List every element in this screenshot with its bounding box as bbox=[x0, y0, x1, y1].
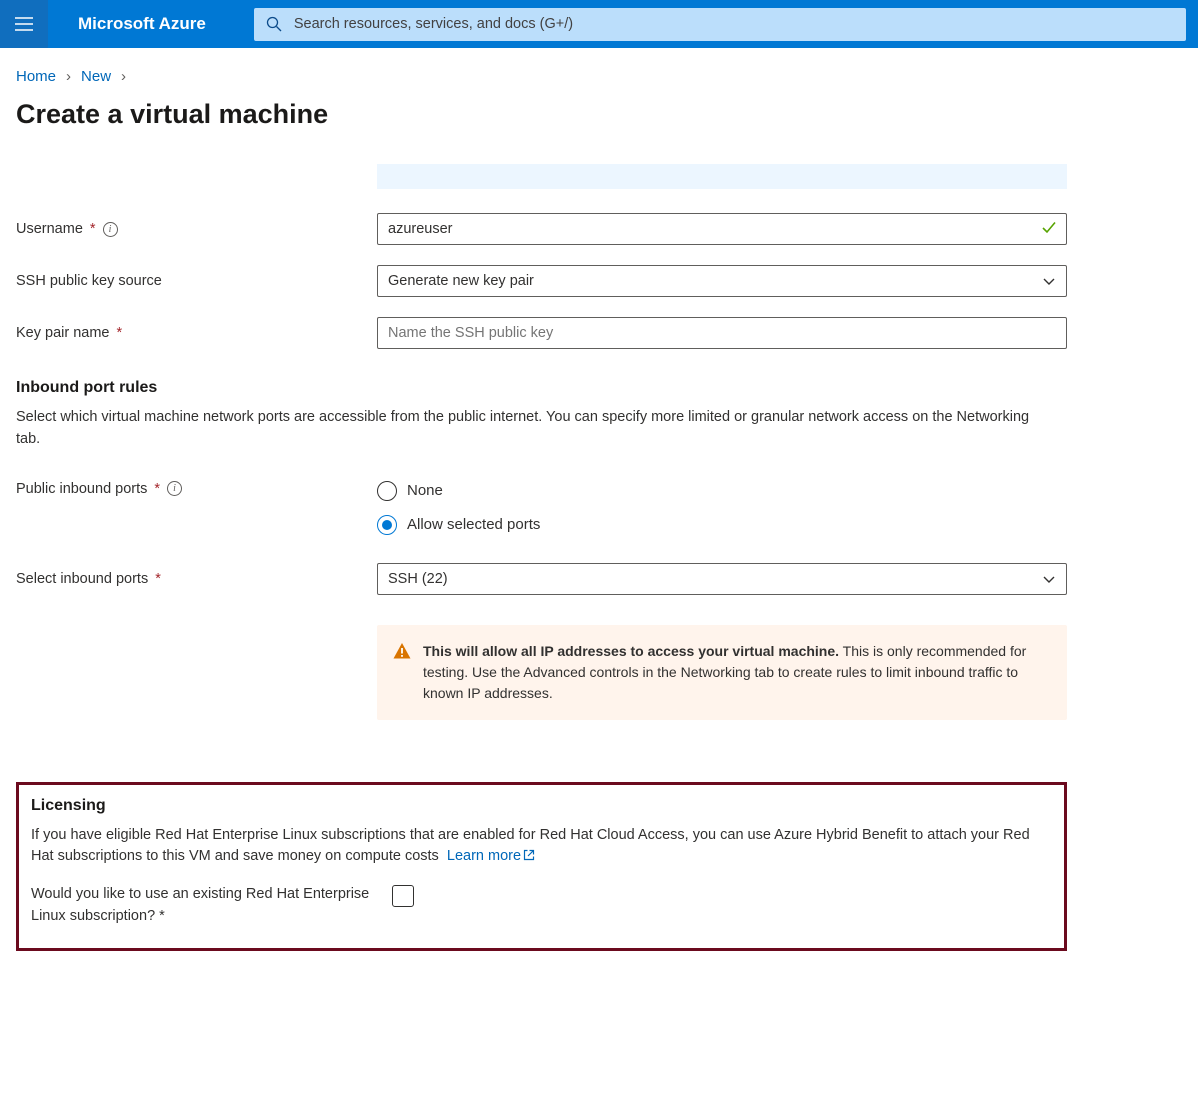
chevron-down-icon bbox=[1042, 572, 1056, 586]
licensing-section: Licensing If you have eligible Red Hat E… bbox=[16, 782, 1067, 951]
licensing-title: Licensing bbox=[31, 797, 1052, 815]
radio-none[interactable]: None bbox=[377, 481, 1067, 501]
breadcrumb: Home › New › bbox=[16, 68, 1182, 85]
rhel-checkbox[interactable] bbox=[392, 885, 414, 907]
warning-callout: This will allow all IP addresses to acce… bbox=[377, 625, 1067, 720]
keypair-input[interactable] bbox=[377, 317, 1067, 349]
chevron-right-icon: › bbox=[121, 68, 126, 85]
chevron-right-icon: › bbox=[66, 68, 71, 85]
inbound-desc: Select which virtual machine network por… bbox=[16, 407, 1046, 451]
warning-icon bbox=[393, 641, 411, 704]
select-ports-label: Select inbound ports* bbox=[16, 571, 377, 587]
hamburger-icon bbox=[15, 17, 33, 31]
breadcrumb-new[interactable]: New bbox=[81, 68, 111, 85]
licensing-desc: If you have eligible Red Hat Enterprise … bbox=[31, 825, 1052, 869]
brand-label: Microsoft Azure bbox=[48, 14, 254, 34]
rhel-checkbox-label: Would you like to use an existing Red Ha… bbox=[31, 884, 392, 928]
breadcrumb-home[interactable]: Home bbox=[16, 68, 56, 85]
radio-allow-selected[interactable]: Allow selected ports bbox=[377, 515, 1067, 535]
hamburger-menu-button[interactable] bbox=[0, 0, 48, 48]
top-bar: Microsoft Azure bbox=[0, 0, 1198, 48]
check-icon bbox=[1041, 220, 1057, 239]
info-strip bbox=[377, 164, 1067, 189]
inbound-title: Inbound port rules bbox=[16, 379, 1067, 397]
username-input[interactable] bbox=[377, 213, 1067, 245]
page-title: Create a virtual machine bbox=[16, 99, 1182, 130]
external-link-icon bbox=[523, 849, 535, 861]
global-search[interactable] bbox=[254, 8, 1186, 41]
select-ports-dropdown[interactable]: SSH (22) bbox=[377, 563, 1067, 595]
keypair-label: Key pair name* bbox=[16, 325, 377, 341]
ssh-source-select[interactable]: Generate new key pair bbox=[377, 265, 1067, 297]
username-label: Username* i bbox=[16, 221, 377, 237]
public-ports-label: Public inbound ports* i bbox=[16, 481, 377, 497]
learn-more-link[interactable]: Learn more bbox=[447, 848, 535, 864]
chevron-down-icon bbox=[1042, 274, 1056, 288]
ssh-source-label: SSH public key source bbox=[16, 273, 377, 289]
search-icon bbox=[266, 16, 282, 32]
info-icon[interactable]: i bbox=[167, 481, 182, 496]
search-input[interactable] bbox=[294, 16, 1174, 32]
info-icon[interactable]: i bbox=[103, 222, 118, 237]
